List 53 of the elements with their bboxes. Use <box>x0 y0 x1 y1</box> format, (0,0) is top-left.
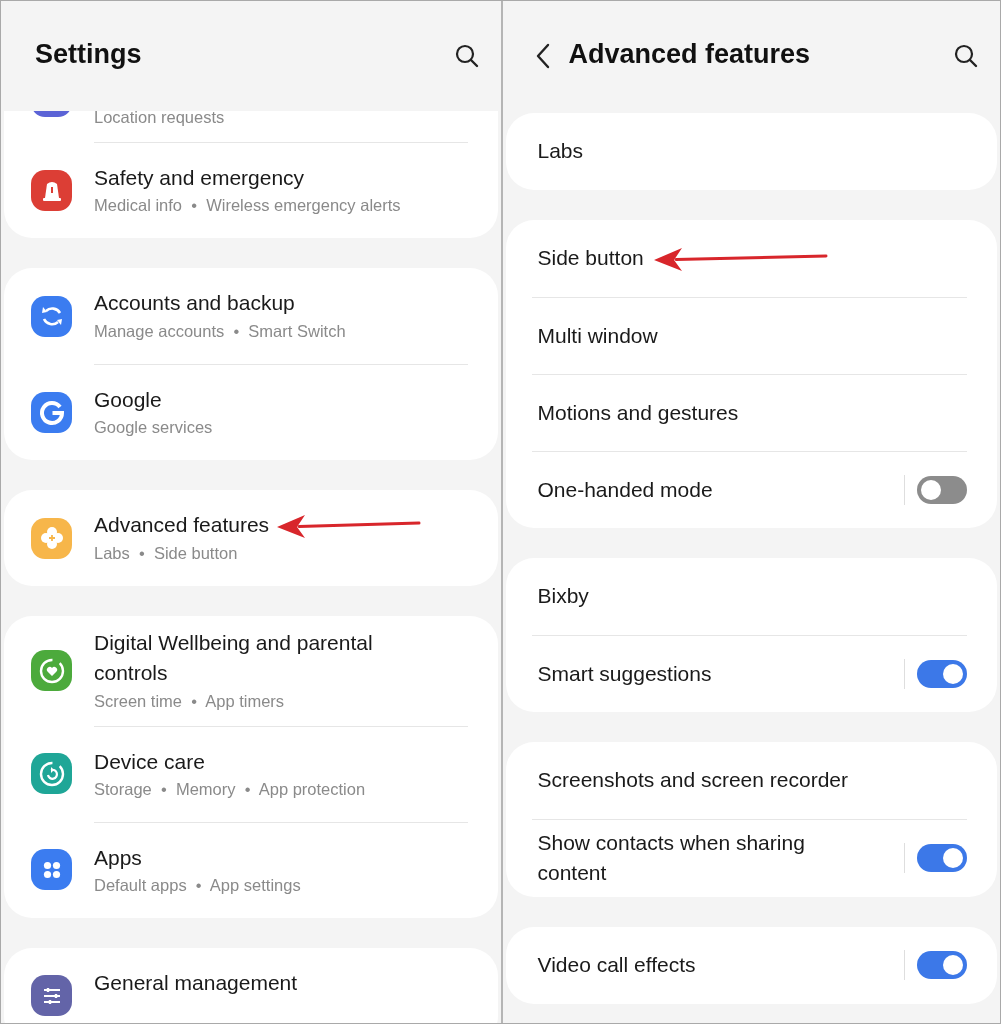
item-title: Advanced features <box>94 512 270 539</box>
item-subtitle: Location requests <box>94 111 226 129</box>
screen-title: Settings <box>35 37 143 71</box>
item-label: Motions and gestures <box>537 399 739 426</box>
item-title: Google <box>94 386 162 413</box>
back-icon[interactable] <box>534 43 551 69</box>
item-title: Apps <box>94 844 142 871</box>
settings-item[interactable]: Motions and gestures <box>505 374 997 451</box>
settings-item[interactable]: Multi window <box>505 297 997 374</box>
search-icon[interactable] <box>954 44 978 68</box>
settings-item[interactable]: One-handed mode <box>505 451 997 528</box>
item-label: Bixby <box>537 583 589 610</box>
item-title: Accounts and backup <box>94 290 295 317</box>
item-title: Safety and emergency <box>94 164 305 191</box>
item-subtitle: Medical info • Wireless emergency alerts <box>94 195 402 217</box>
screen-title: Advanced features <box>568 37 812 71</box>
item-subtitle: Labs • Side button <box>94 542 239 564</box>
toggle-switch[interactable] <box>917 844 967 873</box>
item-label: Multi window <box>537 322 658 349</box>
settings-item[interactable]: Google Google services <box>4 364 498 460</box>
settings-item[interactable]: Apps Default apps • App settings <box>4 821 498 918</box>
settings-item[interactable]: Side button <box>505 220 997 297</box>
item-subtitle: Storage • Memory • App protection <box>94 778 367 800</box>
settings-item[interactable]: Device care Storage • Memory • App protection <box>4 725 498 822</box>
settings-item[interactable]: Advanced features Labs • Side button <box>4 490 498 586</box>
search-icon[interactable] <box>454 44 479 68</box>
settings-item[interactable]: Labs <box>505 113 997 190</box>
item-label: Video call effects <box>537 952 696 979</box>
toggle-switch[interactable] <box>917 476 967 504</box>
settings-item[interactable]: Smart suggestions <box>505 635 997 712</box>
item-subtitle: Google services <box>94 417 214 439</box>
settings-item[interactable]: Show contacts when sharing content <box>505 819 997 897</box>
item-subtitle: Screen time • App timers <box>94 690 286 712</box>
item-subtitle: Default apps • App settings <box>94 874 302 896</box>
settings-item[interactable]: Video call effects <box>505 926 997 1004</box>
item-title: Digital Wellbeing and parental controls <box>94 630 374 687</box>
settings-item[interactable]: General management <box>4 947 498 1023</box>
item-label: Screenshots and screen recorder <box>537 767 848 794</box>
item-subtitle: Manage accounts • Smart Switch <box>94 320 347 342</box>
item-label: One-handed mode <box>537 476 713 503</box>
item-label: Side button <box>537 245 644 272</box>
item-label: Labs <box>537 138 584 165</box>
settings-item[interactable]: Accounts and backup Manage accounts • Smart Switch <box>4 268 498 364</box>
toggle-switch[interactable] <box>917 660 967 688</box>
settings-item[interactable]: Safety and emergency Medical info • Wireless emergency alerts <box>4 142 498 238</box>
item-label: Show contacts when sharing content <box>537 830 806 887</box>
item-title: General management <box>94 969 298 996</box>
settings-item[interactable]: Bixby <box>505 558 997 635</box>
item-label: Smart suggestions <box>537 660 712 687</box>
item-title: Device care <box>94 748 205 775</box>
toggle-switch[interactable] <box>917 951 967 980</box>
settings-item[interactable]: Digital Wellbeing and parental controls Screen time • App timers <box>4 616 498 726</box>
settings-item[interactable]: Screenshots and screen recorder <box>505 742 997 819</box>
